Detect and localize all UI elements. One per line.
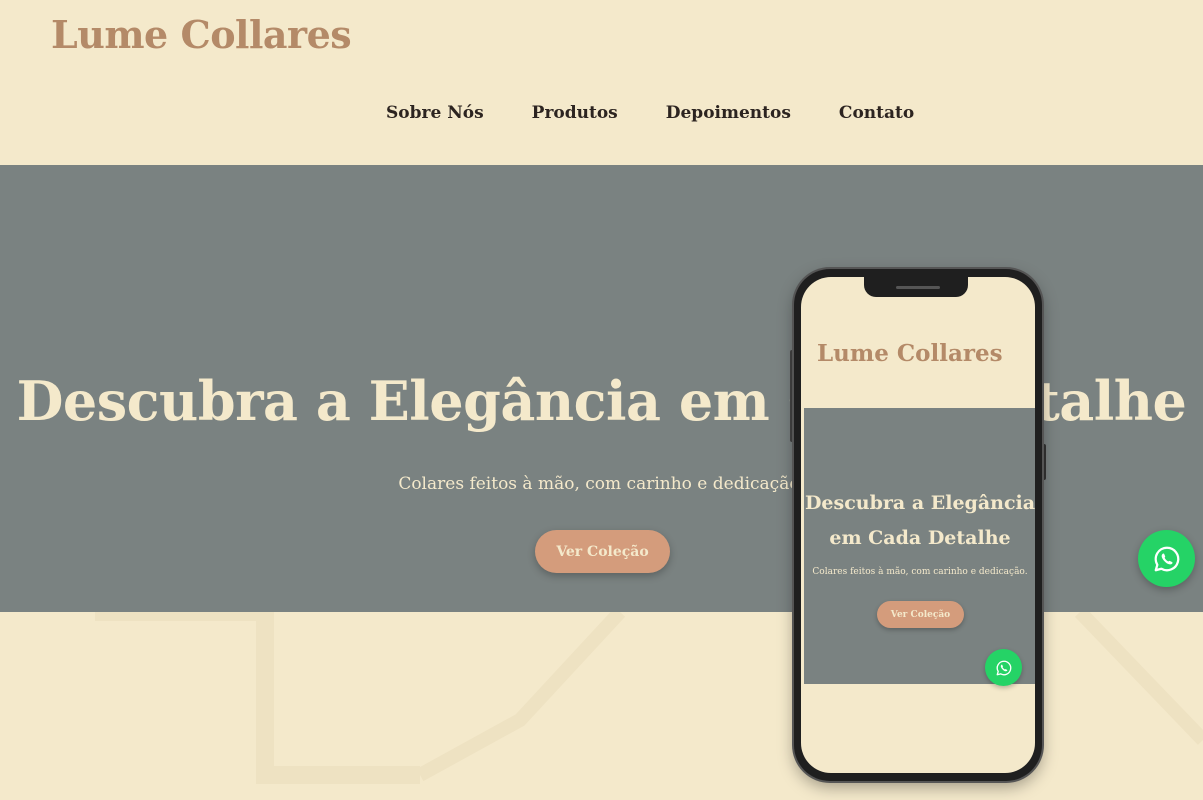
view-collection-button[interactable]: Ver Coleção [535,530,670,573]
phone-screen: Lume Collares Descubra a Elegância em Ca… [801,277,1035,773]
nav-link-contato[interactable]: Contato [839,103,914,123]
nav-link-sobre-nos[interactable]: Sobre Nós [386,103,484,123]
mobile-hero-subtitle: Colares feitos à mão, com carinho e dedi… [812,567,1028,577]
phone-speaker [896,286,940,289]
mobile-view-collection-button[interactable]: Ver Coleção [877,601,964,628]
nav-link-produtos[interactable]: Produtos [532,103,618,123]
mobile-brand-logo[interactable]: Lume Collares [817,340,1003,367]
whatsapp-icon [996,660,1011,675]
whatsapp-button[interactable] [1138,530,1195,587]
phone-power-button [1042,444,1046,480]
mobile-hero: Descubra a Elegância em Cada Detalhe Col… [804,408,1035,686]
mobile-whatsapp-button[interactable] [985,649,1022,686]
nav-link-depoimentos[interactable]: Depoimentos [666,103,791,123]
phone-notch [864,277,968,297]
main-nav: Sobre Nós Produtos Depoimentos Contato [386,103,914,123]
mobile-hero-title: Descubra a Elegância em Cada Detalhe [804,492,1035,549]
brand-logo[interactable]: Lume Collares [51,12,352,57]
whatsapp-icon [1154,546,1179,571]
phone-mockup: Lume Collares Descubra a Elegância em Ca… [794,269,1042,781]
site-header: Lume Collares Sobre Nós Produtos Depoime… [0,0,1203,166]
